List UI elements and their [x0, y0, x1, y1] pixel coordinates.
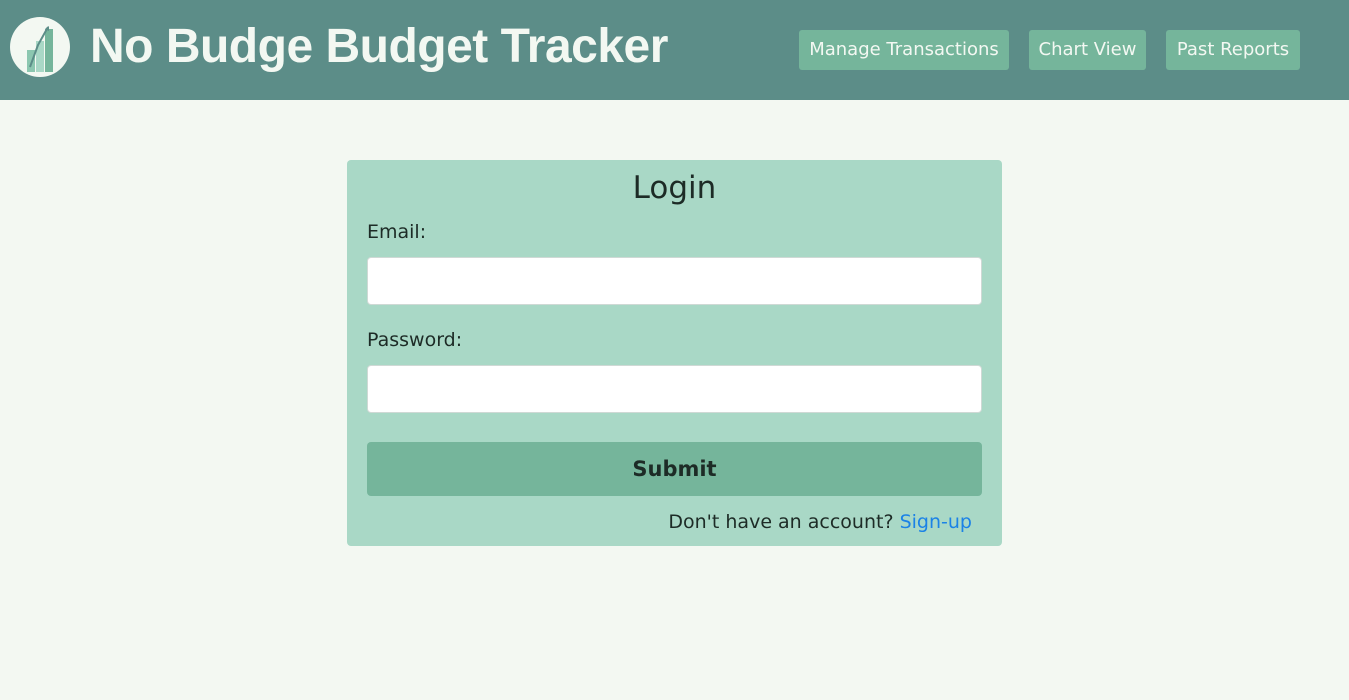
nav-manage-transactions-button[interactable]: Manage Transactions — [799, 30, 1009, 70]
email-field[interactable] — [367, 257, 982, 305]
nav-past-reports-button[interactable]: Past Reports — [1166, 30, 1300, 70]
login-card: Login Email: Password: Submit Don't have… — [347, 160, 1002, 546]
submit-button[interactable]: Submit — [367, 442, 982, 496]
top-header: No Budge Budget Tracker Manage Transacti… — [0, 0, 1349, 100]
signup-link[interactable]: Sign-up — [900, 511, 972, 533]
nav-chart-view-button[interactable]: Chart View — [1029, 30, 1146, 70]
password-field[interactable] — [367, 365, 982, 413]
site-title: No Budge Budget Tracker — [90, 20, 668, 73]
email-label: Email: — [367, 221, 427, 243]
login-title: Login — [632, 170, 717, 206]
signup-prompt-text: Don't have an account? — [668, 511, 894, 533]
signup-prompt: Don't have an account? Sign-up — [668, 510, 972, 534]
budget-chart-logo-icon[interactable] — [10, 17, 70, 77]
password-label: Password: — [367, 329, 463, 351]
